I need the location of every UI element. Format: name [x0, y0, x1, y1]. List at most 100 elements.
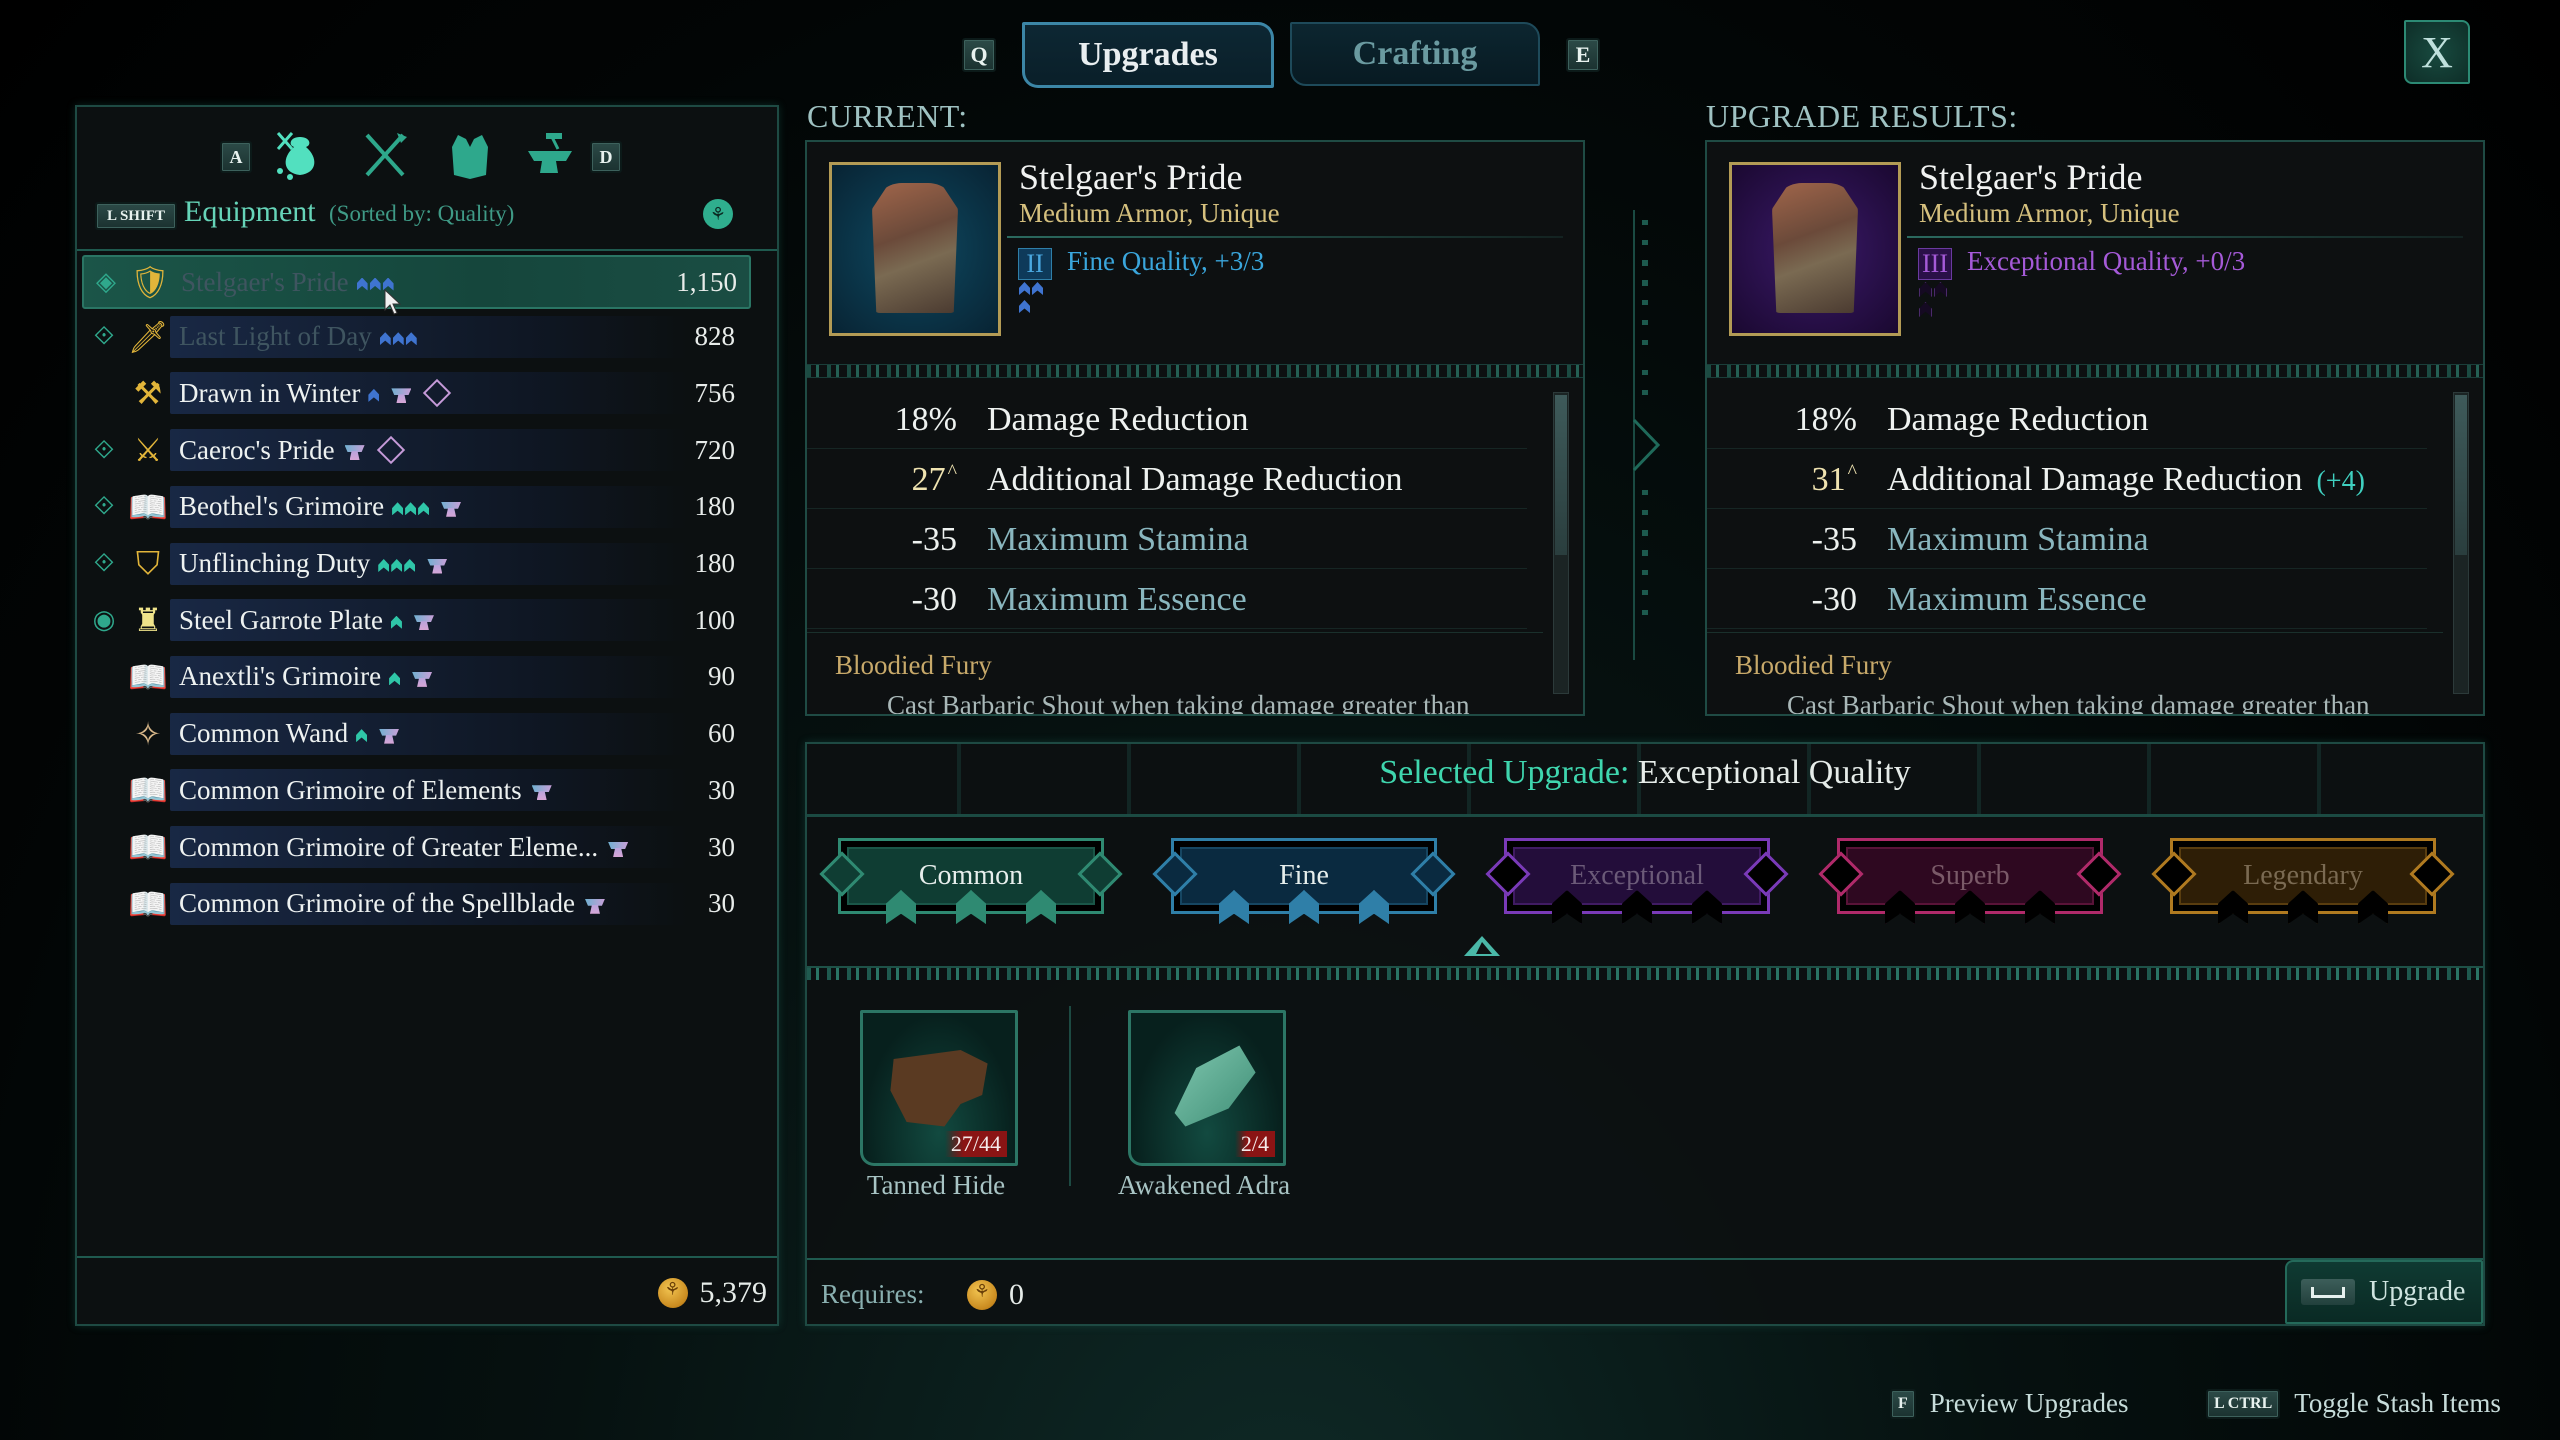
loot-bag-icon[interactable]	[272, 127, 328, 183]
stat-value: -35	[911, 521, 957, 558]
double-diamond-status-icon: ⟐	[93, 548, 115, 578]
inventory-item[interactable]: 📖 Common Grimoire of the Spellblade 30	[82, 879, 747, 929]
item-value: 1,150	[676, 266, 737, 297]
inventory-item[interactable]: ⟐ ⛉ Unflinching Duty 180	[82, 539, 747, 589]
current-scrollbar[interactable]	[1553, 392, 1569, 694]
none-status-icon	[86, 659, 122, 695]
material-slot[interactable]: 27/44	[860, 1010, 1018, 1166]
inventory-item[interactable]: 📖 Anextli's Grimoire 90	[82, 652, 747, 702]
stat-label: Maximum Essence	[987, 581, 1247, 618]
grimoire-icon: 📖	[128, 657, 168, 696]
quality-tier-legendary[interactable]: Legendary	[2151, 838, 2455, 924]
item-value: 60	[708, 718, 735, 749]
current-item-name: Stelgaer's Pride	[1019, 157, 1243, 197]
material-slot[interactable]: 2/4	[1128, 1010, 1286, 1166]
inventory-title: Equipment	[184, 195, 316, 228]
stat-value: -30	[911, 581, 957, 618]
quality-badge: III	[1918, 248, 1952, 317]
next-tab-key[interactable]: E	[1566, 38, 1600, 72]
item-name: Stelgaer's Pride	[181, 266, 349, 297]
inventory-item[interactable]: 📖 Common Grimoire of Greater Eleme... 30	[82, 822, 747, 872]
divider	[1007, 236, 1563, 238]
inventory-item[interactable]: ⚒ Drawn in Winter 756	[82, 368, 747, 418]
decorative-stripe	[1707, 364, 2483, 378]
quality-pips-icon	[389, 661, 402, 692]
caret-icon: ^	[1847, 461, 1857, 483]
prev-tab-key[interactable]: Q	[962, 38, 996, 72]
result-scrollbar[interactable]	[2453, 392, 2469, 694]
inventory-item[interactable]: 📖 Common Grimoire of Elements 30	[82, 765, 747, 815]
inventory-item[interactable]: ⟐ 🗡 Last Light of Day 828	[82, 312, 747, 362]
mouse-cursor-icon	[383, 288, 403, 316]
tab-crafting[interactable]: Crafting	[1290, 22, 1540, 86]
toggle-stash-hint[interactable]: L CTRL Toggle Stash Items	[2206, 1388, 2501, 1419]
divider	[807, 632, 1543, 633]
item-value: 30	[708, 888, 735, 919]
stat-row: -30 Maximum Essence	[807, 572, 1527, 629]
result-item-image	[1729, 162, 1901, 336]
upgradeable-anvil-icon	[412, 609, 436, 631]
enchant-diamond-icon	[376, 435, 405, 465]
item-label: Caeroc's Pride	[179, 435, 405, 466]
crossed-weapons-icon[interactable]	[357, 127, 413, 183]
item-name: Common Grimoire of Elements	[179, 774, 522, 805]
tab-upgrades[interactable]: Upgrades	[1022, 22, 1274, 88]
stat-label: Damage Reduction	[1887, 401, 2149, 438]
preview-upgrades-hint[interactable]: F Preview Upgrades	[1890, 1388, 2128, 1419]
spacebar-key-icon	[2301, 1279, 2355, 1305]
item-name: Steel Garrote Plate	[179, 604, 383, 635]
quality-tier-exceptional[interactable]: Exceptional	[1485, 838, 1789, 924]
stat-row: 31 ^ Additional Damage Reduction (+4)	[1707, 452, 2427, 509]
none-status-icon	[86, 375, 122, 411]
upgrade-button[interactable]: Upgrade	[2285, 1260, 2483, 1324]
inventory-item[interactable]: ⟐ 📖 Beothel's Grimoire 180	[82, 482, 747, 532]
header-divider	[77, 249, 777, 251]
prev-category-key[interactable]: A	[220, 141, 252, 173]
stat-row: 18% Damage Reduction	[1707, 392, 2427, 449]
armor-image	[1772, 183, 1858, 313]
stat-row: -35 Maximum Stamina	[1707, 512, 2427, 569]
stat-value: 18%	[1794, 401, 1857, 438]
result-perk-desc: Cast Barbaric Shout when taking damage g…	[1787, 690, 2370, 716]
sort-key[interactable]: L SHIFT	[95, 202, 177, 230]
grimoire-icon: 📖	[128, 487, 168, 526]
filter-icon[interactable]: ⚘	[703, 199, 733, 229]
item-name: Beothel's Grimoire	[179, 491, 385, 522]
item-label: Drawn in Winter	[179, 377, 452, 409]
current-perk-desc: Cast Barbaric Shout when taking damage g…	[887, 690, 1470, 716]
item-label: Steel Garrote Plate	[179, 605, 436, 636]
upgradeable-anvil-icon	[530, 779, 554, 801]
stat-label: Maximum Essence	[1887, 581, 2147, 618]
quality-tier-common[interactable]: Common	[819, 838, 1123, 924]
next-category-key[interactable]: D	[590, 141, 622, 173]
item-name: Common Grimoire of the Spellblade	[179, 888, 575, 919]
armor-icon[interactable]	[442, 127, 498, 183]
quality-tier-superb[interactable]: Superb	[1818, 838, 2122, 924]
stat-label: Maximum Stamina	[987, 521, 1249, 558]
item-name: Unflinching Duty	[179, 548, 371, 578]
inventory-item[interactable]: ◉ ♜ Steel Garrote Plate 100	[82, 595, 747, 645]
item-value: 30	[708, 831, 735, 862]
decorative-stripe	[807, 364, 1583, 378]
inventory-item[interactable]: ✧ Common Wand 60	[82, 709, 747, 759]
close-button[interactable]: X	[2404, 20, 2470, 84]
inventory-item[interactable]: ◈ 🛡 Stelgaer's Pride 1,150	[82, 255, 751, 309]
quality-tier-fine[interactable]: Fine	[1152, 838, 1456, 924]
material-count: 27/44	[944, 1131, 1007, 1157]
double-diamond-status-icon: ⟐	[93, 321, 115, 352]
quality-pips-icon	[356, 718, 369, 749]
item-name: Drawn in Winter	[179, 377, 361, 408]
upgradeable-anvil-icon	[343, 439, 367, 461]
material-name: Tanned Hide	[866, 1170, 1006, 1200]
item-value: 90	[708, 661, 735, 692]
item-label: Common Grimoire of Greater Eleme...	[179, 832, 630, 863]
stat-label: Maximum Stamina	[1887, 521, 2149, 558]
item-name: Anextli's Grimoire	[179, 661, 382, 692]
currency-value: 5,379	[699, 1276, 768, 1309]
current-item-card: Stelgaer's Pride Medium Armor, Unique II…	[805, 140, 1585, 716]
upgrade-results-label: UPGRADE RESULTS:	[1706, 98, 2018, 134]
anvil-icon[interactable]	[522, 127, 578, 183]
inventory-item[interactable]: ⟐ ⚔ Caeroc's Pride 720	[82, 425, 747, 475]
stat-row: 18% Damage Reduction	[807, 392, 1527, 449]
quality-pips-icon	[392, 491, 431, 522]
